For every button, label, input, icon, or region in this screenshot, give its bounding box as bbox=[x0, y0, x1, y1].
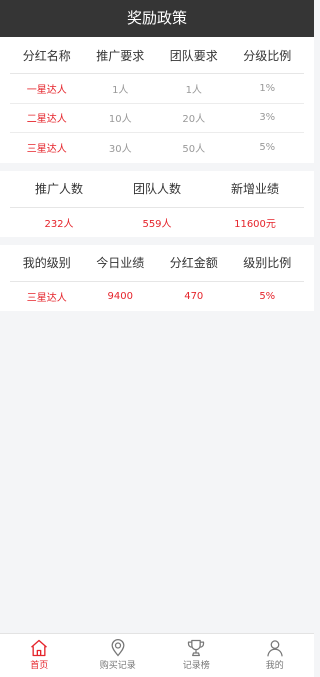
team-requirement: 1人 bbox=[185, 84, 202, 96]
user-icon bbox=[267, 640, 283, 657]
tab-label: 首页 bbox=[30, 661, 49, 671]
new-performance-label: 新增业绩 bbox=[230, 182, 279, 196]
trophy-icon bbox=[188, 639, 205, 657]
tab-label: 购买记录 bbox=[99, 661, 136, 671]
my-level-panel: 我的级别 今日业绩 分红金额 级别比例 三星达人 9400 470 5% bbox=[0, 244, 314, 311]
policy-table: 分红名称 推广要求 团队要求 分级比例 一星达人 1人 1人 1% 二星达人 1… bbox=[0, 37, 314, 163]
team-count-value: 559人 bbox=[142, 218, 172, 230]
table-row: 一星达人 1人 1人 1% bbox=[10, 74, 304, 104]
promote-count-value: 232人 bbox=[44, 218, 74, 230]
team-requirement: 50人 bbox=[182, 144, 206, 156]
level-name: 一星达人 bbox=[26, 84, 67, 96]
tab-purchase-records[interactable]: 购买记录 bbox=[79, 634, 158, 677]
table-row: 二星达人 10人 20人 3% bbox=[10, 104, 304, 133]
column-header: 分级比例 bbox=[243, 48, 292, 63]
dividend-amount-label: 分红金额 bbox=[169, 256, 218, 270]
level-ratio-label: 级别比例 bbox=[243, 256, 292, 270]
my-level-labels: 我的级别 今日业绩 分红金额 级别比例 bbox=[10, 245, 304, 282]
tab-ranking[interactable]: 记录榜 bbox=[157, 634, 236, 677]
stats-labels: 推广人数 团队人数 新增业绩 bbox=[10, 171, 304, 208]
tab-label: 我的 bbox=[265, 661, 284, 671]
level-ratio: 3% bbox=[259, 112, 276, 124]
level-ratio: 5% bbox=[259, 142, 276, 154]
level-ratio-value: 5% bbox=[259, 290, 276, 302]
promote-requirement: 30人 bbox=[108, 144, 132, 156]
bottom-tab-bar: 首页 购买记录 记录榜 我的 bbox=[0, 633, 314, 677]
team-requirement: 20人 bbox=[182, 114, 206, 126]
promote-count-label: 推广人数 bbox=[34, 182, 83, 196]
today-performance-label: 今日业绩 bbox=[96, 256, 145, 270]
column-header: 团队要求 bbox=[169, 48, 218, 63]
new-performance-value: 11600元 bbox=[234, 218, 276, 230]
level-ratio: 1% bbox=[259, 82, 276, 94]
dividend-amount-value: 470 bbox=[184, 290, 204, 302]
column-header: 推广要求 bbox=[96, 48, 145, 63]
team-count-label: 团队人数 bbox=[132, 182, 181, 196]
my-level-values: 三星达人 9400 470 5% bbox=[10, 282, 304, 311]
policy-table-header: 分红名称 推广要求 团队要求 分级比例 bbox=[10, 37, 304, 74]
promote-requirement: 10人 bbox=[108, 114, 132, 126]
promote-requirement: 1人 bbox=[112, 84, 129, 96]
tab-label: 记录榜 bbox=[182, 661, 210, 671]
column-header: 分红名称 bbox=[22, 48, 71, 63]
page-header: 奖励政策 bbox=[0, 0, 314, 37]
tab-mine[interactable]: 我的 bbox=[236, 634, 315, 677]
page-title: 奖励政策 bbox=[126, 9, 187, 27]
level-name: 二星达人 bbox=[26, 114, 67, 126]
tab-home[interactable]: 首页 bbox=[0, 634, 79, 677]
location-pin-icon bbox=[111, 639, 125, 657]
table-row: 三星达人 30人 50人 5% bbox=[10, 133, 304, 163]
my-level-label: 我的级别 bbox=[22, 256, 71, 270]
home-icon bbox=[31, 639, 48, 657]
today-performance-value: 9400 bbox=[107, 290, 133, 302]
stats-panel: 推广人数 团队人数 新增业绩 232人 559人 11600元 bbox=[0, 170, 314, 237]
section-divider bbox=[0, 162, 314, 171]
stats-values: 232人 559人 11600元 bbox=[10, 208, 304, 237]
my-level-value: 三星达人 bbox=[26, 292, 67, 304]
level-name: 三星达人 bbox=[26, 144, 67, 156]
section-divider bbox=[0, 236, 314, 245]
